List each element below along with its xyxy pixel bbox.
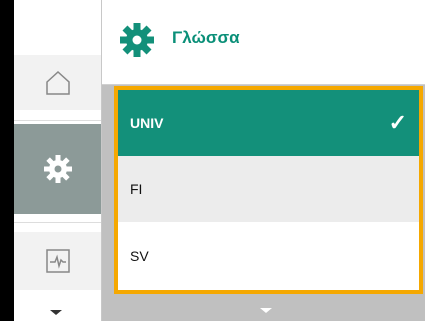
list-item-fi[interactable]: FI: [118, 156, 419, 222]
scroll-down-icon[interactable]: [260, 308, 272, 313]
list-item-sv[interactable]: SV: [118, 222, 419, 290]
sidebar-item-status[interactable]: [14, 232, 102, 290]
page-title: Γλώσσα: [172, 28, 240, 47]
divider: [14, 222, 102, 223]
list-item-label: UNIV: [130, 115, 164, 131]
divider: [14, 120, 102, 121]
gear-icon: [44, 155, 72, 183]
sidebar-item-home[interactable]: [14, 55, 102, 110]
left-edge: [0, 0, 14, 321]
scroll-down-icon[interactable]: [50, 310, 62, 315]
list-item-univ[interactable]: UNIV ✓: [118, 90, 419, 156]
list-item-label: SV: [130, 248, 149, 264]
waveform-icon: [46, 249, 70, 273]
home-icon: [46, 70, 70, 95]
list-item-label: FI: [130, 181, 143, 197]
checkmark-icon: ✓: [388, 110, 407, 135]
sidebar-item-settings[interactable]: [14, 124, 102, 214]
gear-icon: [120, 23, 154, 57]
language-list: UNIV ✓ FI SV: [114, 86, 423, 294]
